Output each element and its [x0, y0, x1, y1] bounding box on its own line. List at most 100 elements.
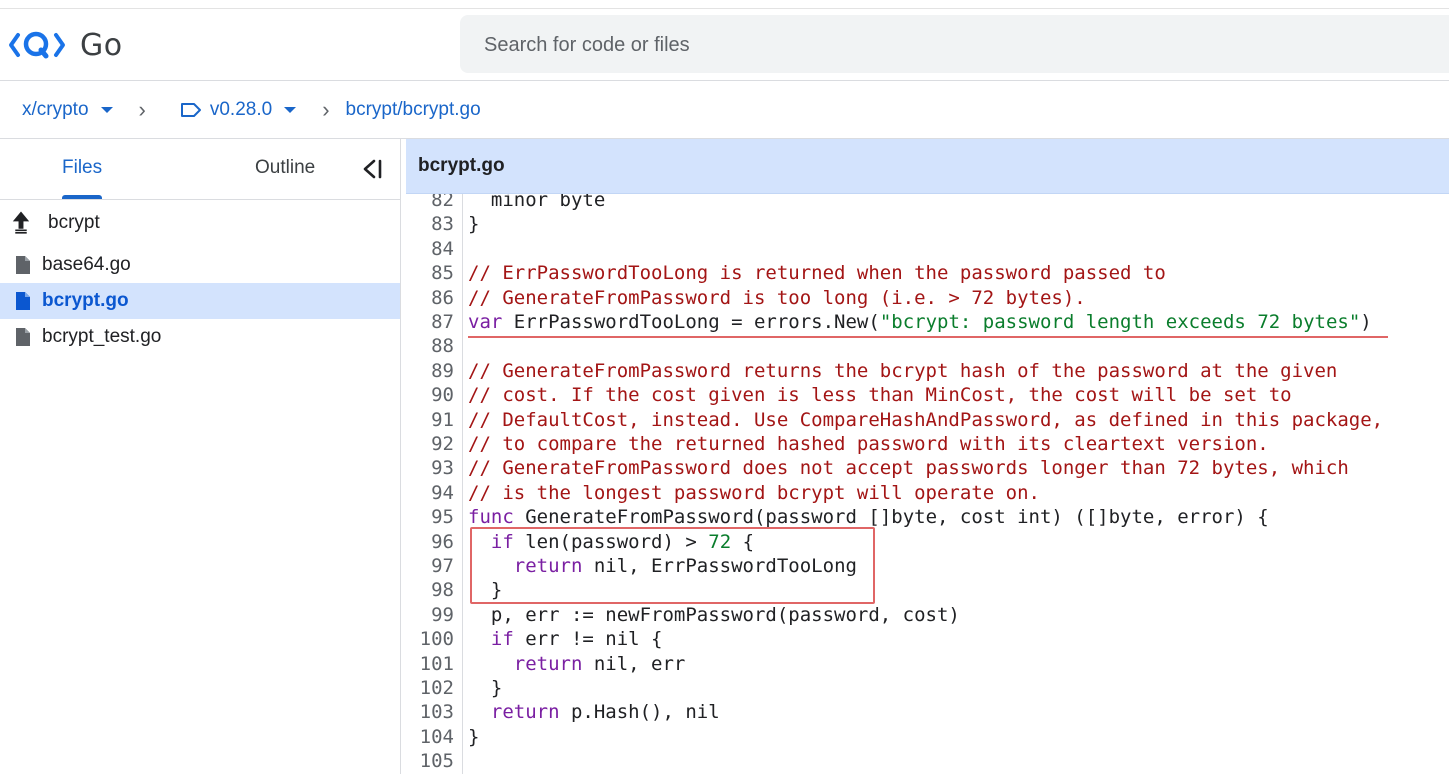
breadcrumb-repo-label: x/crypto — [22, 98, 89, 120]
code-line[interactable]: 90 // cost. If the cost given is less tha… — [406, 383, 1292, 407]
code-line[interactable]: 104} — [406, 725, 480, 749]
arrow-up-icon — [12, 211, 30, 234]
code-line[interactable]: 103 return p.Hash(), nil — [406, 700, 720, 724]
tab-outline[interactable]: Outline — [255, 139, 315, 199]
code-text: // DefaultCost, instead. Use CompareHash… — [468, 408, 1384, 431]
line-number[interactable]: 102 — [406, 676, 454, 700]
breadcrumb-path[interactable]: bcrypt/bcrypt.go — [346, 99, 481, 121]
breadcrumb-path-label: bcrypt/bcrypt.go — [345, 98, 481, 120]
line-number[interactable]: 92 — [406, 432, 454, 456]
code-text: p, err := newFromPassword(password, cost… — [468, 603, 960, 626]
logo[interactable]: Go — [8, 27, 123, 63]
line-number[interactable]: 105 — [406, 749, 454, 773]
code-line[interactable]: 85 // ErrPasswordTooLong is returned when… — [406, 261, 1166, 285]
code-text: // cost. If the cost given is less than … — [468, 384, 1292, 407]
highlight-box — [470, 527, 875, 604]
code-text: return p.Hash(), nil — [490, 701, 720, 724]
file-icon — [14, 254, 32, 276]
code-line[interactable]: 93 // GenerateFromPassword does not accep… — [406, 456, 1349, 480]
line-number[interactable]: 86 — [406, 286, 454, 310]
line-number[interactable]: 96 — [406, 530, 454, 554]
code-search-logo-icon — [9, 31, 65, 59]
breadcrumb-repo[interactable]: x/crypto — [22, 99, 113, 121]
code-text: return nil, err — [513, 652, 686, 675]
code-text: } — [468, 725, 480, 748]
tag-icon — [180, 102, 201, 117]
sidebar-item-bcrypt-test-go[interactable]: bcrypt_test.go — [0, 319, 400, 355]
code-text: if err != nil { — [490, 628, 663, 651]
code-line[interactable]: 88 — [406, 334, 454, 358]
code-line[interactable]: 100 if err != nil { — [406, 627, 663, 651]
line-number[interactable]: 101 — [406, 652, 454, 676]
chevron-down-icon[interactable] — [100, 106, 113, 113]
line-number[interactable]: 89 — [406, 359, 454, 383]
file-icon — [14, 290, 32, 312]
code-text: // GenerateFromPassword is too long (i.e… — [468, 286, 1086, 309]
code-line[interactable]: 102 } — [406, 676, 503, 700]
line-number[interactable]: 85 — [406, 261, 454, 285]
line-number[interactable]: 87 — [406, 310, 454, 334]
line-number[interactable]: 84 — [406, 237, 454, 261]
app-name: Go — [80, 27, 123, 63]
line-number[interactable]: 88 — [406, 334, 454, 358]
code-line[interactable]: 83} — [406, 212, 479, 236]
line-number[interactable]: 100 — [406, 627, 454, 651]
sidebar-item-parent[interactable]: bcrypt — [0, 205, 400, 241]
search-bar[interactable] — [460, 15, 1449, 75]
code-text: // to compare the returned hashed passwo… — [468, 433, 1269, 455]
code-line[interactable]: 89 // GenerateFromPassword returns the bc… — [406, 359, 1337, 383]
editor-tab[interactable]: bcrypt.go — [406, 139, 1449, 194]
code-line[interactable]: 101 return nil, err — [406, 652, 686, 676]
code-view[interactable]: 82 minor byte 83} 84 85// ErrPasswordTooLon… — [406, 194, 1449, 774]
code-line[interactable]: 92 // to compare the returned hashed pass… — [406, 432, 1269, 456]
code-line[interactable]: 97 return nil, ErrPasswordTooLong — [406, 554, 857, 578]
code-text: var ErrPasswordTooLong = errors.New("bcr… — [468, 311, 1372, 333]
line-number[interactable]: 95 — [406, 505, 454, 529]
chevron-right-icon: › — [138, 96, 146, 122]
line-number[interactable]: 82 — [406, 194, 454, 212]
tab-files[interactable]: Files — [62, 139, 103, 199]
code-line[interactable]: 87 var ErrPasswordTooLong = errors.New("b… — [406, 310, 1372, 334]
code-text: } — [468, 213, 480, 236]
code-text: func GenerateFromPassword(password []byt… — [468, 506, 1269, 529]
line-number[interactable]: 91 — [406, 408, 454, 432]
line-number[interactable]: 97 — [406, 554, 454, 578]
highlight-underline — [468, 336, 1388, 338]
line-number[interactable]: 103 — [406, 700, 454, 724]
code-line[interactable]: 82 minor byte — [406, 194, 605, 212]
code-line[interactable]: 95 func GenerateFromPassword(password []b… — [406, 505, 1269, 529]
sidebar-item-label: base64.go — [42, 254, 131, 275]
code-line[interactable]: 84 — [406, 237, 454, 261]
search-input[interactable] — [482, 15, 1386, 75]
chevron-down-icon[interactable] — [284, 106, 297, 113]
sidebar-item-label: bcrypt.go — [42, 290, 129, 311]
code-line[interactable]: 94 // is the longest password bcrypt will… — [406, 481, 1040, 505]
code-line[interactable]: 98 } — [406, 578, 502, 602]
line-number[interactable]: 104 — [406, 725, 454, 749]
code-line[interactable]: 99 p, err := newFromPassword(password, c… — [406, 603, 960, 627]
sidebar-item-bcrypt-go[interactable]: bcrypt.go — [0, 283, 400, 319]
line-number[interactable]: 94 — [406, 481, 454, 505]
header: Go — [0, 9, 1449, 81]
line-number[interactable]: 83 — [406, 212, 454, 236]
code-line[interactable]: 105 — [406, 749, 454, 773]
gutter-divider — [462, 194, 463, 774]
line-number[interactable]: 99 — [406, 603, 454, 627]
collapse-sidebar-icon[interactable] — [360, 158, 384, 180]
line-number[interactable]: 93 — [406, 456, 454, 480]
sidebar-item-base64-go[interactable]: base64.go — [0, 247, 400, 283]
code-editor: bcrypt.go 82 minor byte 83} 84 85// ErrPass… — [406, 139, 1449, 774]
sidebar: Files Outline bcrypt base64.go bcrypt.go — [0, 139, 401, 774]
code-line[interactable]: 96 if len(password) > 72 { — [406, 530, 754, 554]
code-text: // GenerateFromPassword does not accept … — [468, 457, 1349, 480]
line-number[interactable]: 90 — [406, 383, 454, 407]
code-line[interactable]: 91 // DefaultCost, instead. Use CompareHa… — [406, 408, 1383, 432]
code-text: } — [468, 677, 503, 699]
file-icon — [14, 326, 32, 348]
code-text: minor byte — [468, 194, 606, 211]
code-line[interactable]: 86 // GenerateFromPassword is too long (i… — [406, 286, 1086, 310]
chevron-right-icon: › — [322, 96, 330, 122]
breadcrumb-version[interactable]: v0.28.0 — [180, 99, 297, 121]
line-number[interactable]: 98 — [406, 578, 454, 602]
breadcrumb: x/crypto › v0.28.0 › bcrypt/bcrypt.go — [0, 81, 1449, 139]
